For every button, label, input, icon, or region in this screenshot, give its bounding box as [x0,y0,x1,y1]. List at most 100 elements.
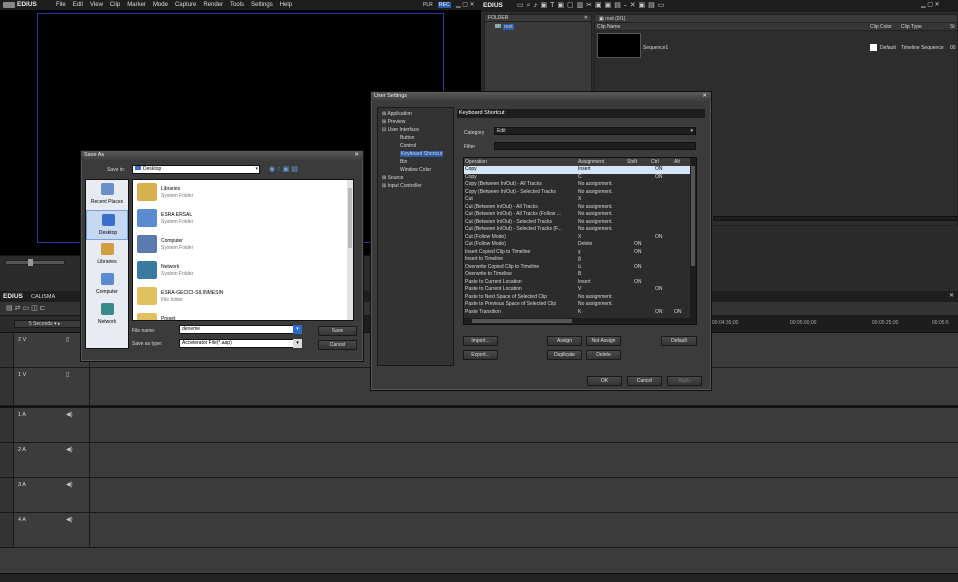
plr-indicator[interactable]: PLR [423,2,433,8]
shortcut-row[interactable]: Paste to Previous Space of Selected Clip… [464,301,696,309]
menu-item-mode[interactable]: Mode [153,2,168,8]
file-name-dropdown[interactable]: ▾ [293,325,302,334]
track-select-strip[interactable] [0,513,14,547]
shortcut-row[interactable]: Cut X [464,196,696,204]
track-header[interactable]: 4 A ◀) [14,513,90,547]
place-computer[interactable]: Computer [86,270,128,300]
timeline-close-icon[interactable]: ✕ [949,292,954,299]
clip-scrollbar[interactable] [713,216,957,221]
file-item[interactable]: Preset [133,310,353,320]
close-icon[interactable]: ✕ [702,92,707,101]
menu-item-edit[interactable]: Edit [73,2,83,8]
window-controls[interactable]: ▁ ▢ ✕ [456,1,475,8]
col-alt[interactable]: Alt [674,158,680,166]
track-row[interactable]: 1 A ◀) [0,406,958,443]
shortcut-row[interactable]: Insert to Timeline ğ [464,256,696,264]
menu-item-file[interactable]: File [56,2,66,8]
not-assign-button[interactable]: Not Assign [586,336,621,346]
file-item[interactable]: Network System Folder [133,258,353,284]
menu-item-view[interactable]: View [90,2,103,8]
ok-button[interactable]: OK [587,376,622,386]
col-clip-name[interactable]: Clip Name [597,24,620,30]
track-row[interactable]: 2 A ◀) [0,443,958,478]
shortcut-row[interactable]: Paste Transition K ON ON [464,309,696,317]
close-icon[interactable]: ✕ [354,151,359,160]
tree-control[interactable]: Control [400,143,416,149]
shortcut-row[interactable]: Copy C ON [464,174,696,182]
save-type-select[interactable]: Accelerator File(*.aap) [179,339,301,348]
shortcut-row[interactable]: Cut (Between In/Out) - All Tracks (Follo… [464,211,696,219]
save-in-select[interactable]: Desktop ▾ [132,165,260,174]
file-item[interactable]: ESRA-GECICI-SILINMESIN File folder [133,284,353,310]
menu-item-settings[interactable]: Settings [251,2,273,8]
tree-button[interactable]: Button [400,135,414,141]
cancel-button[interactable]: Cancel [318,340,357,350]
delete-button[interactable]: Delete [586,350,621,360]
rec-indicator[interactable]: REC [438,2,451,8]
col-st[interactable]: St [950,24,955,30]
default-button[interactable]: Default [661,336,697,346]
speaker-icon[interactable]: ◀) [66,481,73,488]
apply-button[interactable]: Apply [667,376,702,386]
track-header[interactable]: 2 A ◀) [14,443,90,477]
shortcut-row[interactable]: Paste to Next Space of Selected Clip No a… [464,294,696,302]
category-select[interactable]: Edit ▾ [494,127,696,135]
duplicate-button[interactable]: Duplicate [547,350,582,360]
menu-item-render[interactable]: Render [203,2,223,8]
track-select-strip[interactable] [0,368,14,405]
shortcut-row[interactable]: Cut (Between In/Out) - All Tracks No assi… [464,204,696,212]
tree-bin[interactable]: Bin [400,159,407,165]
file-item[interactable]: ESRA ERSAL System Folder [133,206,353,232]
shortcut-row[interactable]: Cut (Follow Mode) X ON [464,234,696,242]
shortcut-row[interactable]: Paste to Current Location Insert ON [464,279,696,287]
track-select-strip[interactable] [0,478,14,512]
clip-row[interactable]: Sequence1 Default Timeline Sequence 00 [595,31,957,61]
shortcut-row[interactable]: Paste to Current Location V ON [464,286,696,294]
shortcut-row[interactable]: Overwrite to Timeline B [464,271,696,279]
shortcut-row[interactable]: Overwrite Copied Clip to Timeline ü ON [464,264,696,272]
scrub-handle[interactable] [28,259,33,266]
col-shift[interactable]: Shift [627,158,637,166]
save-as-titlebar[interactable]: Save As ✕ [81,151,363,160]
place-network[interactable]: Network [86,300,128,330]
tree-source[interactable]: ⊞ Source [382,175,403,181]
export-button[interactable]: Export... [463,350,498,360]
cancel-button[interactable]: Cancel [627,376,662,386]
menu-item-marker[interactable]: Marker [127,2,146,8]
save-button[interactable]: Save [318,326,357,336]
col-clip-type[interactable]: Clip Type [901,24,922,30]
timeline-tool-icons[interactable]: ▤⇄▭◫⊏ [6,304,48,312]
timeline-scrollbar[interactable] [0,573,958,582]
shortcut-row[interactable]: Cut (Follow Mode) Delete ON [464,241,696,249]
settings-titlebar[interactable]: User Settings ✕ [371,92,711,101]
file-list-scrollbar[interactable] [347,180,353,320]
filter-input[interactable] [494,142,696,150]
track-header[interactable]: 2 V ▯ [14,333,90,367]
file-item[interactable]: Libraries System Folder [133,180,353,206]
folder-close-icon[interactable]: ✕ [584,15,588,21]
tree-keyboard-shortcut[interactable]: Keyboard Shortcut [400,151,444,157]
speaker-icon[interactable]: ◀) [66,446,73,453]
track-row[interactable]: 3 A ◀) [0,478,958,513]
speaker-icon[interactable]: ◀) [66,516,73,523]
col-assignment[interactable]: Assignment [578,158,604,166]
shortcut-row[interactable]: Cut (Between In/Out) - Selected Tracks (… [464,226,696,234]
shortcut-row[interactable]: Copy (Between In/Out) - All Tracks No ass… [464,181,696,189]
nav-icons[interactable]: ◉↑▣▤ [269,165,300,173]
track-header[interactable]: 1 A ◀) [14,408,90,442]
col-ctrl[interactable]: Ctrl [651,158,659,166]
place-recent-places[interactable]: Recent Places [86,180,128,210]
speaker-icon[interactable]: ◀) [66,411,73,418]
shortcut-row[interactable]: Copy (Between In/Out) - Selected Tracks N… [464,189,696,197]
track-select-strip[interactable] [0,408,14,442]
menu-item-tools[interactable]: Tools [230,2,244,8]
col-clip-color[interactable]: Clip Color [870,24,892,30]
track-select-strip[interactable] [0,333,14,367]
assign-button[interactable]: Assign [547,336,582,346]
import-button[interactable]: Import... [463,336,498,346]
bin-tool-icons[interactable]: ▭⌕⤴▣T▣▢▥✂▣▣▤⎯✕▣▤▭ [517,1,667,10]
track-header[interactable]: 1 V ▯ [14,368,90,405]
tree-user-interface[interactable]: ⊟ User Interface [382,127,419,133]
place-desktop[interactable]: Desktop [86,210,128,240]
table-hscrollbar[interactable] [464,318,692,324]
